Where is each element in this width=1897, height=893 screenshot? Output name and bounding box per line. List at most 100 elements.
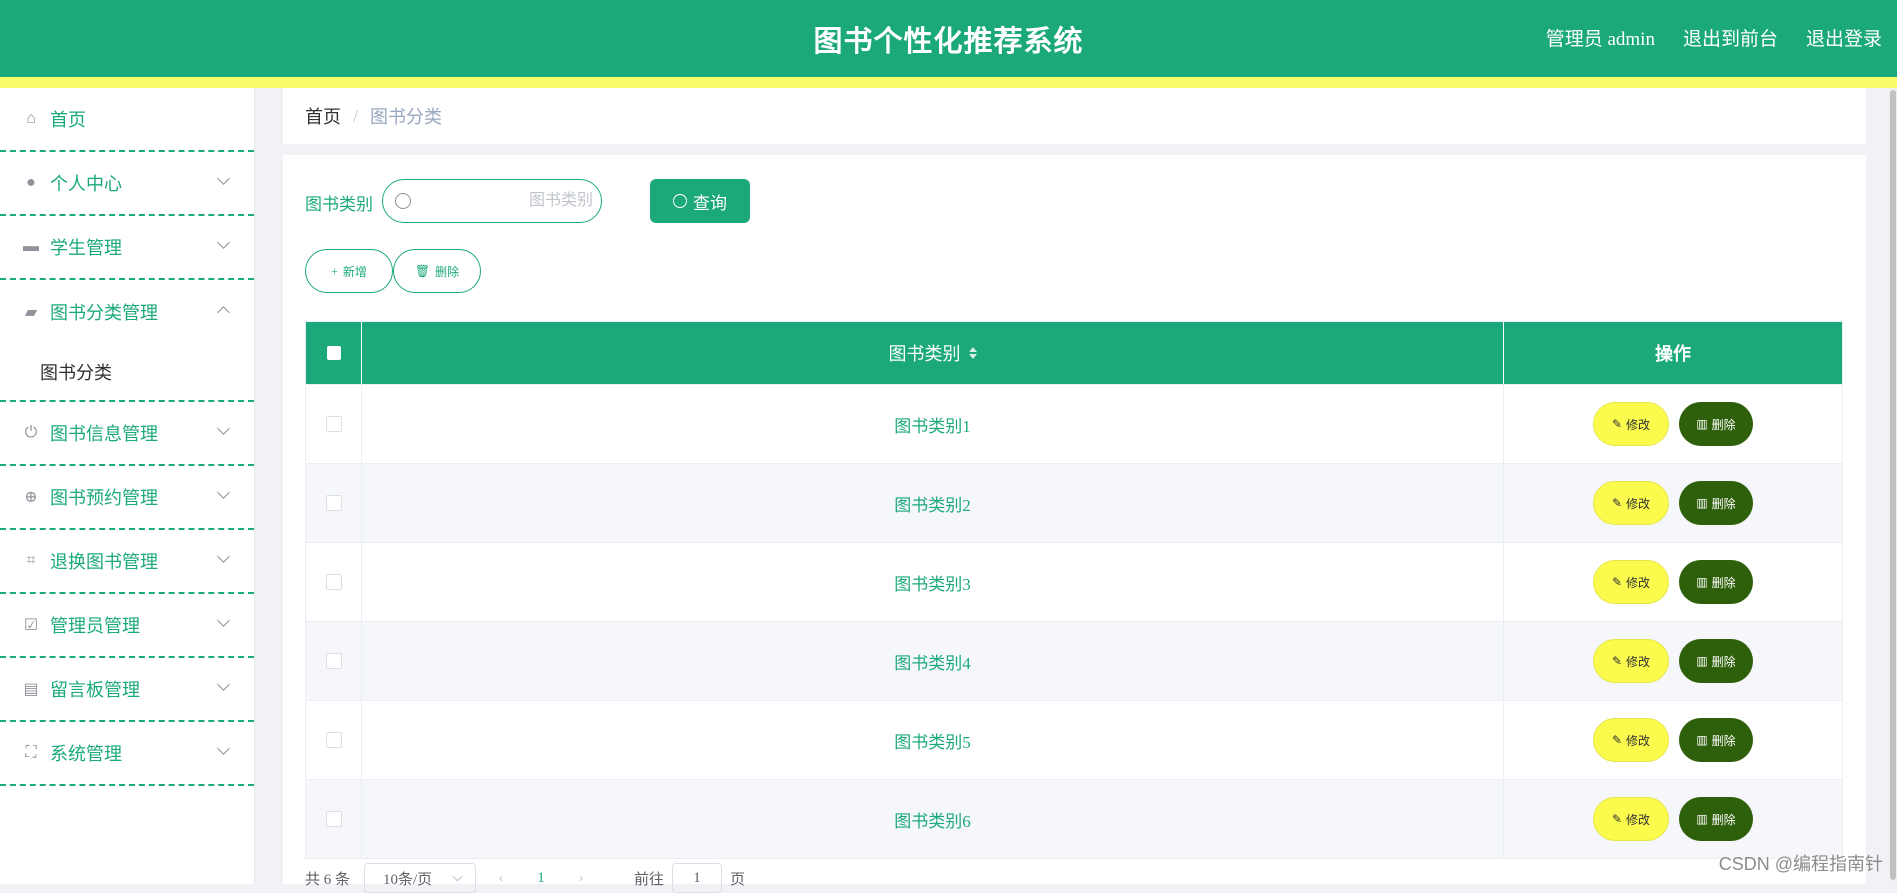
sidebar-item-returns[interactable]: ⌗ 退换图书管理 [0,530,254,594]
delete-label: 删除 [1711,417,1736,432]
batch-delete-button[interactable]: 🗑 删除 [393,249,481,293]
trash-icon: ▥ [1696,416,1708,431]
breadcrumb-current: 图书分类 [370,107,443,127]
row-checkbox[interactable] [325,416,342,432]
row-checkbox[interactable] [325,495,342,511]
table-header: 图书类别 操作 [306,322,1842,384]
breadcrumb: 首页 / 图书分类 [283,88,1866,144]
sidebar-item-messages[interactable]: ▤ 留言板管理 [0,658,254,722]
row-delete-button[interactable]: ▥ 删除 [1679,560,1753,604]
edit-button[interactable]: ✎ 修改 [1593,797,1669,841]
edit-button[interactable]: ✎ 修改 [1593,560,1669,604]
sort-icon[interactable] [968,347,977,359]
sidebar: ⌂ 首页 ● 个人中心 ▬ 学生管理 ▰ 图书分类管理 图书分类 ⏻ 图书信息管… [0,88,255,884]
category-cell: 图书类别2 [362,464,1504,542]
breadcrumb-home[interactable]: 首页 [305,103,341,129]
table-row: 图书类别6 ✎ 修改 ▥ 删除 [306,779,1842,858]
goto-label: 前往 [634,871,665,888]
search-icon [395,193,411,209]
search-input[interactable] [421,191,595,211]
sidebar-item-label: 图书分类管理 [50,303,158,323]
pagination-total: 共 6 条 [305,871,351,888]
sidebar-item-personal[interactable]: ● 个人中心 [0,152,254,216]
row-check-cell [306,385,362,463]
edit-button[interactable]: ✎ 修改 [1593,481,1669,525]
delete-label: 删除 [1711,575,1736,590]
sidebar-item-reservation[interactable]: ⊕ 图书预约管理 [0,466,254,530]
pencil-icon: ✎ [1611,495,1623,510]
sidebar-item-label: 系统管理 [50,744,122,764]
category-cell: 图书类别3 [362,543,1504,621]
row-check-cell [306,543,362,621]
chevron-up-icon [217,306,230,319]
table-row: 图书类别5 ✎ 修改 ▥ 删除 [306,700,1842,779]
sidebar-item-label: 图书信息管理 [50,424,158,444]
chevron-down-icon [217,422,230,435]
select-all-checkbox[interactable] [326,346,341,360]
category-cell: 图书类别1 [362,385,1504,463]
table-row: 图书类别1 ✎ 修改 ▥ 删除 [306,384,1842,463]
edit-button[interactable]: ✎ 修改 [1593,402,1669,446]
trash-icon: ▥ [1696,653,1708,668]
admin-user-label[interactable]: 管理员 admin [1546,24,1655,51]
row-check-cell [306,780,362,858]
row-checkbox[interactable] [325,653,342,669]
clipboard-icon: ☑ [23,617,39,634]
sidebar-item-home[interactable]: ⌂ 首页 [0,88,254,152]
page-suffix: 页 [730,871,746,888]
header-accent-stripe [0,77,1897,88]
row-delete-button[interactable]: ▥ 删除 [1679,718,1753,762]
trash-icon: ▥ [1696,732,1708,747]
table-row: 图书类别2 ✎ 修改 ▥ 删除 [306,463,1842,542]
pencil-icon: ✎ [1611,416,1623,431]
edit-button[interactable]: ✎ 修改 [1593,718,1669,762]
sidebar-item-label: 留言板管理 [50,680,140,700]
row-check-cell [306,701,362,779]
category-column-header[interactable]: 图书类别 [362,322,1504,384]
row-delete-button[interactable]: ▥ 删除 [1679,639,1753,683]
goto-page-input[interactable]: 1 [672,863,723,893]
page-size-select[interactable]: 10条/页 [364,863,477,893]
row-delete-button[interactable]: ▥ 删除 [1679,797,1753,841]
add-button[interactable]: + 新增 [305,249,393,293]
edit-label: 修改 [1626,417,1651,432]
vertical-scrollbar[interactable] [1889,88,1897,884]
crosshair-icon: ⊕ [24,489,38,506]
search-field[interactable] [382,179,602,223]
row-checkbox[interactable] [325,574,342,590]
category-cell: 图书类别6 [362,780,1504,858]
search-label: 图书类别 [305,195,373,214]
row-checkbox[interactable] [325,732,342,748]
submenu-item-book-category[interactable]: 图书分类 [0,344,254,402]
row-delete-button[interactable]: ▥ 删除 [1679,402,1753,446]
pencil-icon: ✎ [1611,732,1623,747]
row-check-cell [306,622,362,700]
back-to-front-link[interactable]: 退出到前台 [1683,24,1778,51]
category-table: 图书类别 操作 图书类别1 ✎ 修改 ▥ 删除 图书类别2 ✎ 修改 ▥ 删除 图书类别… [305,321,1843,859]
sidebar-item-book-info[interactable]: ⏻ 图书信息管理 [0,402,254,466]
sidebar-item-students[interactable]: ▬ 学生管理 [0,216,254,280]
sidebar-item-book-category[interactable]: ▰ 图书分类管理 [0,280,254,344]
sidebar-item-label: 退换图书管理 [50,552,158,572]
ops-cell: ✎ 修改 ▥ 删除 [1504,543,1842,621]
row-checkbox[interactable] [325,811,342,827]
logout-link[interactable]: 退出登录 [1806,24,1882,51]
sidebar-item-admins[interactable]: ☑ 管理员管理 [0,594,254,658]
edit-label: 修改 [1626,575,1651,590]
sidebar-item-label: 学生管理 [50,238,122,258]
sidebar-item-system[interactable]: ⛶ 系统管理 [0,722,254,786]
category-cell: 图书类别4 [362,622,1504,700]
query-button[interactable]: 查询 [650,179,750,223]
scrollbar-thumb[interactable] [1890,90,1896,880]
fullscreen-icon: ⛶ [25,744,37,761]
trash-icon: ▥ [1696,574,1708,589]
watermark: CSDN @编程指南针 [1718,854,1883,874]
category-header-label: 图书类别 [888,344,961,364]
row-delete-button[interactable]: ▥ 删除 [1679,481,1753,525]
category-cell: 图书类别5 [362,701,1504,779]
trash-icon: ▥ [1696,811,1708,826]
chevron-down-icon [217,742,230,755]
ops-cell: ✎ 修改 ▥ 删除 [1504,701,1842,779]
edit-button[interactable]: ✎ 修改 [1593,639,1669,683]
home-icon: ⌂ [26,110,36,127]
